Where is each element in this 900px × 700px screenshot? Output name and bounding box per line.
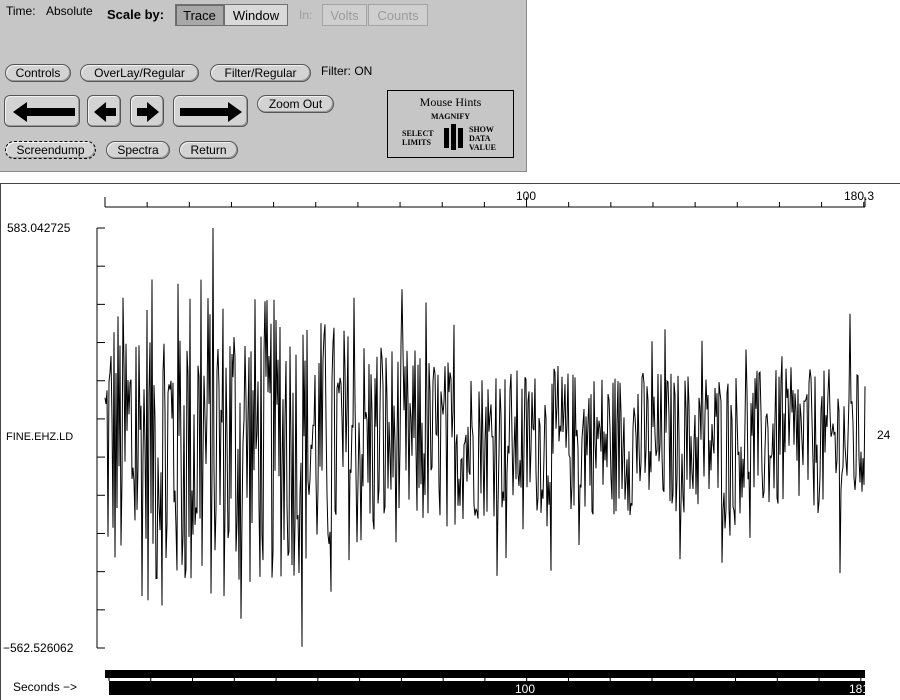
volts-button[interactable]: Volts [322, 4, 367, 26]
mouse-buttons-icon [444, 124, 463, 150]
seconds-label: Seconds −> [13, 680, 77, 694]
filter-regular-button[interactable]: Filter/Regular [210, 64, 311, 82]
scroll-right-button[interactable] [130, 95, 164, 127]
scale-window-button[interactable]: Window [224, 4, 288, 26]
seismogram-trace[interactable] [104, 227, 866, 647]
seismogram-svg[interactable]: 100 180.3 583.042725 −562.526062 FINE.EH… [1, 184, 900, 700]
amplitude-axis-ticks [97, 227, 105, 649]
hint-show: SHOW [469, 125, 494, 134]
double-right-arrow-icon [180, 102, 242, 122]
right-arrow-icon [137, 102, 159, 122]
hint-select: SELECT [402, 129, 434, 138]
in-label: In: [299, 8, 313, 22]
hint-magnify: MAGNIFY [430, 112, 471, 121]
scale-trace-button[interactable]: Trace [175, 4, 224, 26]
overlay-regular-button[interactable]: OverLay/Regular [80, 64, 199, 82]
bottom-tick-label-100: 100 [515, 682, 535, 696]
amplitude-max-label: 583.042725 [7, 221, 71, 235]
hint-select-limits: SELECT LIMITS [402, 129, 434, 147]
scale-by-label: Scale by: [107, 7, 165, 22]
time-axis-bar[interactable] [109, 681, 865, 695]
mouse-hints-title: Mouse Hints [419, 95, 482, 109]
scroll-left-far-button[interactable] [4, 95, 80, 127]
time-scroll-bar[interactable] [105, 670, 865, 678]
spectra-button[interactable]: Spectra [106, 141, 170, 159]
controls-button[interactable]: Controls [5, 64, 71, 82]
time-value: Absolute [46, 4, 93, 18]
amplitude-min-label: −562.526062 [3, 641, 74, 655]
scroll-left-button[interactable] [87, 95, 121, 127]
hint-limits: LIMITS [402, 138, 431, 147]
scroll-right-far-button[interactable] [173, 95, 248, 127]
double-left-arrow-icon [13, 102, 75, 122]
mouse-hints-box: Mouse Hints MAGNIFY SELECT LIMITS SHOW D… [387, 90, 514, 158]
top-tick-label-100: 100 [516, 189, 536, 203]
bottom-tick-label-end: 181 [849, 682, 869, 696]
top-tick-label-end: 180.3 [844, 189, 874, 203]
hint-value: VALUE [469, 143, 496, 152]
counts-button[interactable]: Counts [368, 4, 428, 26]
filter-status: Filter: ON [321, 64, 373, 78]
channel-number-label: 24 [877, 428, 891, 442]
trace-name-label: FINE.EHZ.LD [6, 431, 73, 443]
return-button[interactable]: Return [179, 141, 238, 159]
screendump-button[interactable]: Screendump [5, 141, 96, 159]
time-label: Time: [6, 4, 36, 18]
left-arrow-icon [94, 102, 116, 122]
hint-show-data-value: SHOW DATA VALUE [469, 125, 496, 152]
bottom-axis-ticks [108, 678, 862, 681]
top-axis-ticks [104, 197, 866, 207]
hint-data: DATA [469, 134, 491, 143]
zoom-out-button[interactable]: Zoom Out [257, 95, 334, 113]
seismogram-plot-area[interactable]: 100 180.3 583.042725 −562.526062 FINE.EH… [0, 183, 900, 700]
control-panel: Time: Absolute Scale by: Trace Window In… [0, 0, 527, 172]
